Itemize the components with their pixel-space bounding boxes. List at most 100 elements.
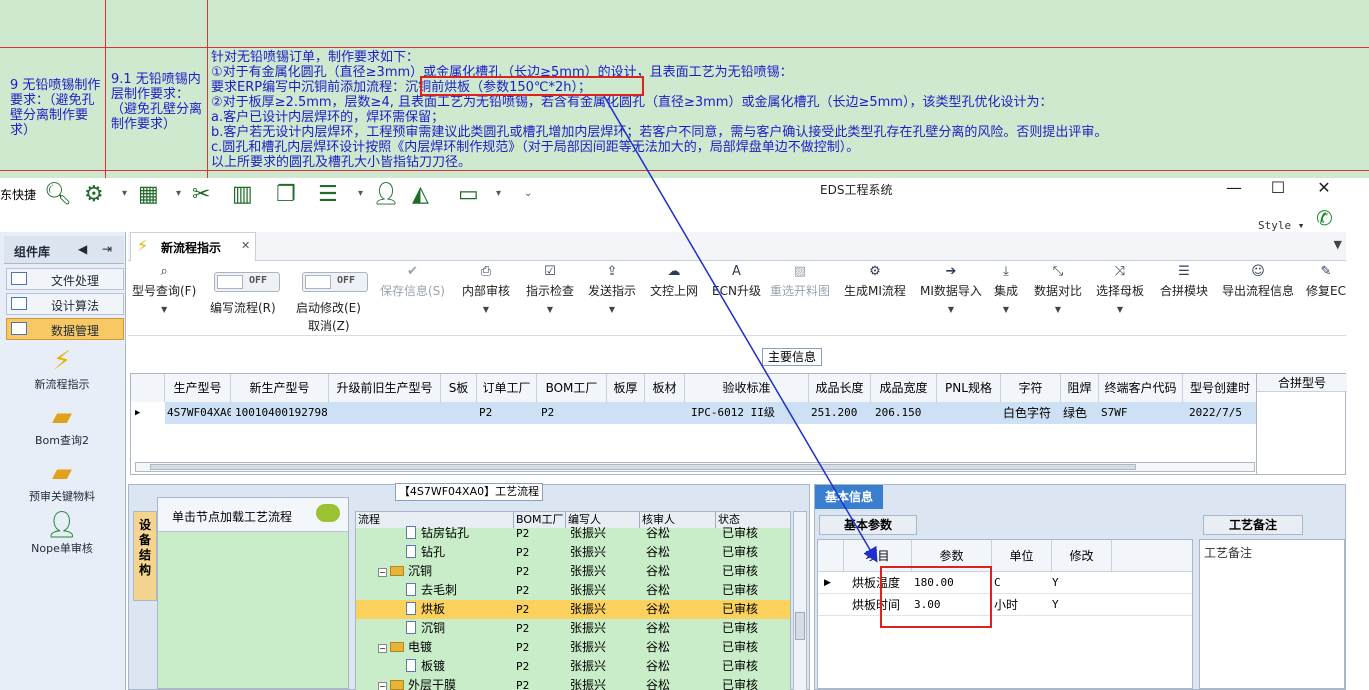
- param-header[interactable]: 单位: [992, 540, 1052, 572]
- grid-header[interactable]: 成品长度: [809, 374, 871, 402]
- table-row[interactable]: − 外层干膜 P2 张振兴 谷松 已审核: [356, 676, 790, 690]
- grid-header[interactable]: 字符: [1001, 374, 1061, 402]
- grid-header[interactable]: 新生产型号: [231, 374, 329, 402]
- table-row[interactable]: − 沉铜 P2 张振兴 谷松 已审核: [356, 562, 790, 581]
- film-icon[interactable]: ▥: [232, 182, 253, 207]
- grid-cell[interactable]: 4S7WF04XA0: [167, 402, 231, 424]
- collapse-icon[interactable]: −: [378, 568, 387, 577]
- monitor-icon[interactable]: ▭: [458, 182, 479, 207]
- table-row[interactable]: 钻房钻孔 P2 张振兴 谷松 已审核: [356, 524, 790, 543]
- model-query-button[interactable]: ⌕ 型号查询(F) ▼: [132, 264, 196, 314]
- table-row[interactable]: 板镀 P2 张振兴 谷松 已审核: [356, 657, 790, 676]
- start-edit-toggle[interactable]: OFF: [302, 272, 368, 292]
- tab-menu-icon[interactable]: ▼: [1334, 238, 1342, 251]
- select-mother-board-button[interactable]: ⤨ 选择母板 ▼: [1096, 264, 1144, 314]
- grid-header[interactable]: 成品宽度: [871, 374, 937, 402]
- item-nope-review[interactable]: 👤︎ Nope单审核: [6, 510, 118, 556]
- search-icon[interactable]: 🔍︎: [44, 182, 72, 207]
- param-modify[interactable]: Y: [1052, 594, 1059, 616]
- grid-cell[interactable]: 10010400192798: [235, 402, 331, 424]
- table-icon[interactable]: ▦: [138, 182, 159, 207]
- area-chart-icon[interactable]: ◭: [412, 182, 429, 207]
- grid-header[interactable]: 型号创建时: [1183, 374, 1256, 402]
- grid-cell[interactable]: 2022/7/5: [1189, 402, 1256, 424]
- item-new-flow-instruction[interactable]: ⚡︎ 新流程指示: [6, 346, 118, 392]
- grid-cell[interactable]: 251.200: [811, 402, 871, 424]
- internal-review-button[interactable]: ⎙ 内部审核 ▼: [462, 264, 510, 314]
- vertical-scrollbar[interactable]: [793, 511, 807, 690]
- chevron-down-icon[interactable]: ▾: [496, 188, 501, 199]
- send-instruction-button[interactable]: ⇪ 发送指示 ▼: [588, 264, 636, 314]
- collapse-icon[interactable]: −: [378, 682, 387, 690]
- indicator-check-button[interactable]: ☑ 指示检查 ▼: [526, 264, 574, 314]
- process-remark-area[interactable]: 工艺备注: [1199, 539, 1345, 689]
- comment-icon[interactable]: [316, 504, 340, 522]
- list-icon[interactable]: ☰: [318, 182, 338, 207]
- style-menu[interactable]: Style ▾: [1258, 219, 1304, 232]
- export-flow-info-button[interactable]: ☺ 导出流程信息: [1222, 264, 1294, 299]
- write-flow-toggle[interactable]: OFF: [214, 272, 280, 292]
- category-design-algorithm[interactable]: 设计算法: [6, 293, 124, 315]
- grid-cell[interactable]: [609, 402, 645, 424]
- grid-cell[interactable]: S7WF: [1101, 402, 1183, 424]
- cancel-button[interactable]: 取消(Z): [308, 317, 350, 334]
- mi-data-import-button[interactable]: ➔ MI数据导入 ▼: [920, 264, 982, 314]
- grid-header[interactable]: S板: [441, 374, 477, 402]
- grid-header[interactable]: BOM工厂: [537, 374, 607, 402]
- category-file-processing[interactable]: 文件处理: [6, 268, 124, 290]
- table-row[interactable]: 烘板时间 3.00 小时 Y: [818, 594, 1192, 616]
- grid-header[interactable]: PNL规格: [937, 374, 1001, 402]
- table-row[interactable]: 沉铜 P2 张振兴 谷松 已审核: [356, 619, 790, 638]
- paste-icon[interactable]: ❐: [276, 182, 296, 207]
- tab-basic-params[interactable]: 基本参数: [819, 515, 917, 535]
- table-row[interactable]: ▶ 烘板温度 180.00 C Y: [818, 572, 1192, 594]
- chevron-down-icon[interactable]: ▾: [122, 188, 127, 199]
- grid-cell[interactable]: IPC-6012 II级: [691, 402, 809, 424]
- integrate-button[interactable]: ⤓ 集成 ▼: [994, 264, 1018, 314]
- settings-icon[interactable]: ⚙: [84, 182, 104, 207]
- chevron-down-icon[interactable]: ▾: [358, 188, 363, 199]
- tab-process-remark[interactable]: 工艺备注: [1203, 515, 1303, 535]
- grid-cell[interactable]: [647, 402, 685, 424]
- grid-header[interactable]: 板材: [645, 374, 685, 402]
- grid-header[interactable]: 订单工厂: [477, 374, 537, 402]
- category-data-management[interactable]: 数据管理: [6, 318, 124, 340]
- grid-header[interactable]: 升级前旧生产型号: [329, 374, 441, 402]
- horizontal-scrollbar[interactable]: [135, 462, 1255, 472]
- grid-header[interactable]: 板厚: [607, 374, 645, 402]
- grid-header[interactable]: 验收标准: [685, 374, 809, 402]
- reselect-cutting-button[interactable]: ▨ 重选开料图: [770, 264, 830, 299]
- combine-module-button[interactable]: ☰ 合拼模块: [1160, 264, 1208, 299]
- grid-cell[interactable]: 白色字符: [1003, 402, 1061, 424]
- tab-equipment-structure[interactable]: 设备结构: [133, 511, 157, 601]
- param-header[interactable]: 修改: [1052, 540, 1112, 572]
- table-row[interactable]: 钻孔 P2 张振兴 谷松 已审核: [356, 543, 790, 562]
- phone-icon[interactable]: ✆: [1316, 206, 1333, 230]
- table-row[interactable]: − 电镀 P2 张振兴 谷松 已审核: [356, 638, 790, 657]
- grid-header[interactable]: 阻焊: [1061, 374, 1099, 402]
- grid-cell[interactable]: 206.150: [875, 402, 937, 424]
- grid-cell[interactable]: [443, 402, 477, 424]
- arrow-left-icon[interactable]: ◀: [78, 242, 87, 256]
- maximize-button[interactable]: ☐: [1258, 178, 1298, 197]
- customize-icon[interactable]: ⌄: [524, 188, 532, 199]
- table-row[interactable]: 去毛刺 P2 张振兴 谷松 已审核: [356, 581, 790, 600]
- repair-ec-button[interactable]: ✎ 修复EC: [1306, 264, 1346, 299]
- tab-basic-info[interactable]: 基本信息: [815, 485, 883, 509]
- generate-mi-flow-button[interactable]: ⚙ 生成MI流程: [844, 264, 906, 299]
- user-icon[interactable]: 👤︎: [372, 182, 400, 207]
- data-compare-button[interactable]: ⤡ 数据对比 ▼: [1034, 264, 1082, 314]
- close-icon[interactable]: ✕: [241, 239, 250, 252]
- collapse-icon[interactable]: −: [378, 644, 387, 653]
- grid-header[interactable]: 终端客户代码: [1099, 374, 1183, 402]
- grid-cell[interactable]: 绿色: [1063, 402, 1099, 424]
- close-button[interactable]: ✕: [1304, 178, 1344, 197]
- scissors-icon[interactable]: ✂: [192, 182, 210, 207]
- item-prereview-material[interactable]: ▰ 预审关键物料: [6, 458, 118, 504]
- table-row[interactable]: 烘板 P2 张振兴 谷松 已审核: [356, 600, 790, 619]
- doc-control-upload-button[interactable]: ☁ 文控上网: [650, 264, 698, 299]
- grid-cell[interactable]: [331, 402, 441, 424]
- param-modify[interactable]: Y: [1052, 572, 1059, 594]
- grid-cell[interactable]: [939, 402, 1001, 424]
- item-bom-query[interactable]: ▰ Bom查询2: [6, 402, 118, 448]
